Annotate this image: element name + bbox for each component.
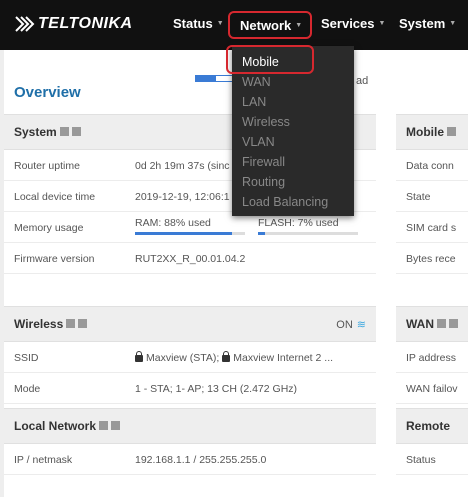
flash-usage-text: FLASH: 7% used — [258, 217, 339, 229]
wireless-panel-header: Wireless ON ≋ — [4, 306, 376, 342]
nav-system[interactable]: System ▼ — [399, 16, 456, 31]
wireless-state: ON ≋ — [336, 318, 366, 331]
chevron-down-icon: ▼ — [378, 20, 386, 27]
list-item: WAN failov — [396, 373, 468, 404]
nav-network-label: Network — [240, 17, 292, 33]
row-memory-usage: Memory usage RAM: 88% used FLASH: 7% use… — [4, 212, 376, 243]
row-label: WAN failov — [406, 383, 458, 395]
flash-usage-bar — [258, 232, 358, 235]
remote-panel-title: Remote — [406, 419, 451, 433]
nav-services-label: Services — [321, 16, 375, 31]
settings-icon[interactable] — [111, 420, 121, 430]
wireless-panel: Wireless ON ≋ SSID Maxview (STA); Maxview… — [4, 306, 376, 404]
collapse-icon[interactable] — [437, 318, 446, 328]
row-label: SIM card s — [406, 222, 457, 234]
mobile-panel-header: Mobile — [396, 114, 468, 150]
nav-status[interactable]: Status ▼ — [173, 16, 224, 31]
list-item: Status — [396, 444, 468, 475]
local-network-panel-title: Local Network — [14, 419, 97, 433]
wireless-state-label: ON — [336, 318, 353, 331]
ssid-value-2: Maxview Internet 2 ... — [233, 352, 334, 364]
row-value: RUT2XX_R_00.01.04.2 — [135, 253, 246, 265]
chevron-down-icon: ▼ — [295, 21, 303, 29]
menu-item-wan[interactable]: WAN — [232, 72, 354, 92]
remote-panel: Remote Status — [396, 408, 468, 475]
list-item: State — [396, 181, 468, 212]
system-load-label: ad — [356, 75, 369, 87]
nav-system-label: System — [399, 16, 446, 31]
mobile-panel: Mobile Data conn State SIM card s Bytes … — [396, 114, 468, 274]
menu-item-load-balancing[interactable]: Load Balancing — [232, 192, 354, 212]
brand-name: TELTONIKA — [38, 15, 133, 32]
settings-icon[interactable] — [449, 318, 458, 328]
chevron-down-icon: ▼ — [449, 20, 457, 27]
collapse-icon[interactable] — [99, 420, 109, 430]
wan-panel: WAN IP address WAN failov — [396, 306, 468, 404]
list-item: SIM card s — [396, 212, 468, 243]
ram-usage-text: RAM: 88% used — [135, 217, 211, 229]
row-label: IP / netmask — [14, 454, 73, 466]
row-ssid: SSID Maxview (STA); Maxview Internet 2 .… — [4, 342, 376, 373]
row-label: Firmware version — [14, 253, 95, 265]
menu-item-wireless[interactable]: Wireless — [232, 112, 354, 132]
logo-icon — [15, 16, 35, 32]
row-value: Maxview (STA); Maxview Internet 2 ... — [135, 351, 334, 364]
ssid-value-1: Maxview (STA); — [146, 352, 220, 364]
lock-icon — [222, 351, 231, 362]
menu-item-lan[interactable]: LAN — [232, 92, 354, 112]
row-label: Router uptime — [14, 160, 80, 172]
lock-icon — [135, 351, 143, 362]
ram-usage-bar — [135, 232, 245, 235]
collapse-icon[interactable] — [66, 318, 76, 328]
row-value: 192.168.1.1 / 255.255.255.0 — [135, 454, 267, 466]
row-firmware-version: Firmware version RUT2XX_R_00.01.04.2 — [4, 243, 376, 274]
row-label: IP address — [406, 352, 457, 364]
row-mode: Mode 1 - STA; 1- AP; 13 CH (2.472 GHz) — [4, 373, 376, 404]
local-network-panel-header: Local Network — [4, 408, 376, 444]
wireless-panel-title: Wireless — [14, 317, 64, 331]
list-item: Bytes rece — [396, 243, 468, 274]
remote-panel-header: Remote — [396, 408, 468, 444]
chevron-down-icon: ▼ — [216, 20, 224, 27]
row-label: SSID — [14, 352, 39, 364]
menu-item-routing[interactable]: Routing — [232, 172, 354, 192]
top-navigation-bar: TELTONIKA Status ▼ Network ▼ Services ▼ … — [0, 0, 468, 50]
nav-status-label: Status — [173, 16, 213, 31]
row-label: Data conn — [406, 160, 454, 172]
flash-usage-fill — [258, 232, 265, 235]
wan-panel-title: WAN — [406, 317, 434, 331]
menu-item-vlan[interactable]: VLAN — [232, 132, 354, 152]
list-item: Data conn — [396, 150, 468, 181]
row-value: 1 - STA; 1- AP; 13 CH (2.472 GHz) — [135, 383, 298, 395]
row-label: Memory usage — [14, 222, 84, 234]
settings-icon[interactable] — [78, 318, 88, 328]
list-item: IP address — [396, 342, 468, 373]
menu-item-firewall[interactable]: Firewall — [232, 152, 354, 172]
mobile-highlight-outline — [226, 45, 314, 74]
local-network-panel: Local Network IP / netmask 192.168.1.1 /… — [4, 408, 376, 475]
row-label: Mode — [14, 383, 41, 395]
row-label: Local device time — [14, 191, 96, 203]
ram-usage-fill — [135, 232, 232, 235]
row-value: 0d 2h 19m 37s (sinc — [135, 160, 230, 172]
wan-panel-header: WAN — [396, 306, 468, 342]
row-label: State — [406, 191, 431, 203]
row-label: Bytes rece — [406, 253, 456, 265]
system-load-fill — [196, 76, 216, 81]
row-label: Status — [406, 454, 436, 466]
row-value: 2019-12-19, 12:06:1 — [135, 191, 230, 203]
row-ip-netmask: IP / netmask 192.168.1.1 / 255.255.255.0 — [4, 444, 376, 475]
mobile-panel-title: Mobile — [406, 125, 444, 139]
wifi-icon: ≋ — [356, 318, 366, 331]
nav-services[interactable]: Services ▼ — [321, 16, 385, 31]
collapse-icon[interactable] — [59, 126, 69, 136]
collapse-icon[interactable] — [447, 126, 456, 136]
nav-network[interactable]: Network ▼ — [228, 11, 312, 39]
teltonika-logo[interactable]: TELTONIKA — [14, 13, 133, 35]
system-panel-title: System — [14, 125, 57, 139]
settings-icon[interactable] — [71, 126, 81, 136]
page-title: Overview — [14, 84, 81, 101]
